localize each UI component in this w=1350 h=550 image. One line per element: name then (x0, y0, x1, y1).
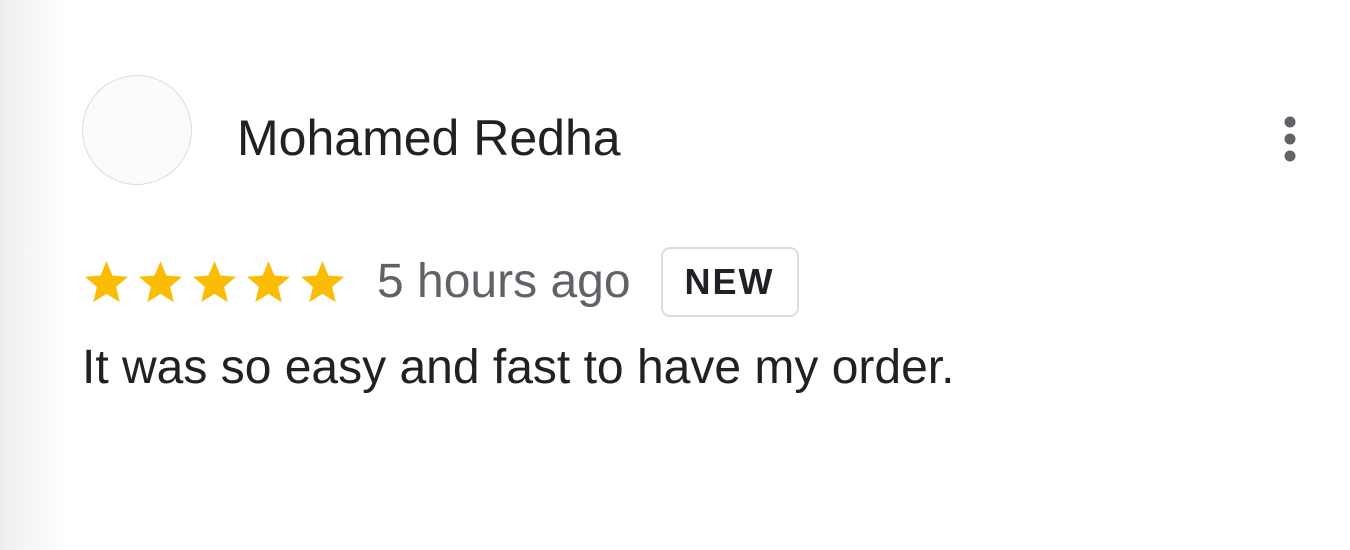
star-icon (193, 260, 236, 302)
more-vert-icon (1284, 116, 1296, 162)
more-options-button[interactable] (1270, 110, 1310, 168)
star-icon (247, 260, 290, 302)
star-rating (82, 245, 347, 319)
star-icon (301, 260, 344, 302)
avatar[interactable] (82, 75, 192, 185)
review-meta-row: 5 hours ago NEW (82, 245, 799, 319)
review-card: Mohamed Redha 5 hours ago NEW It was so … (0, 0, 1350, 550)
new-badge: NEW (660, 247, 799, 317)
review-text: It was so easy and fast to have my order… (82, 341, 955, 394)
reviewer-name[interactable]: Mohamed Redha (237, 110, 621, 166)
star-icon (139, 260, 182, 302)
review-time: 5 hours ago (377, 255, 631, 308)
star-icon (85, 260, 128, 302)
